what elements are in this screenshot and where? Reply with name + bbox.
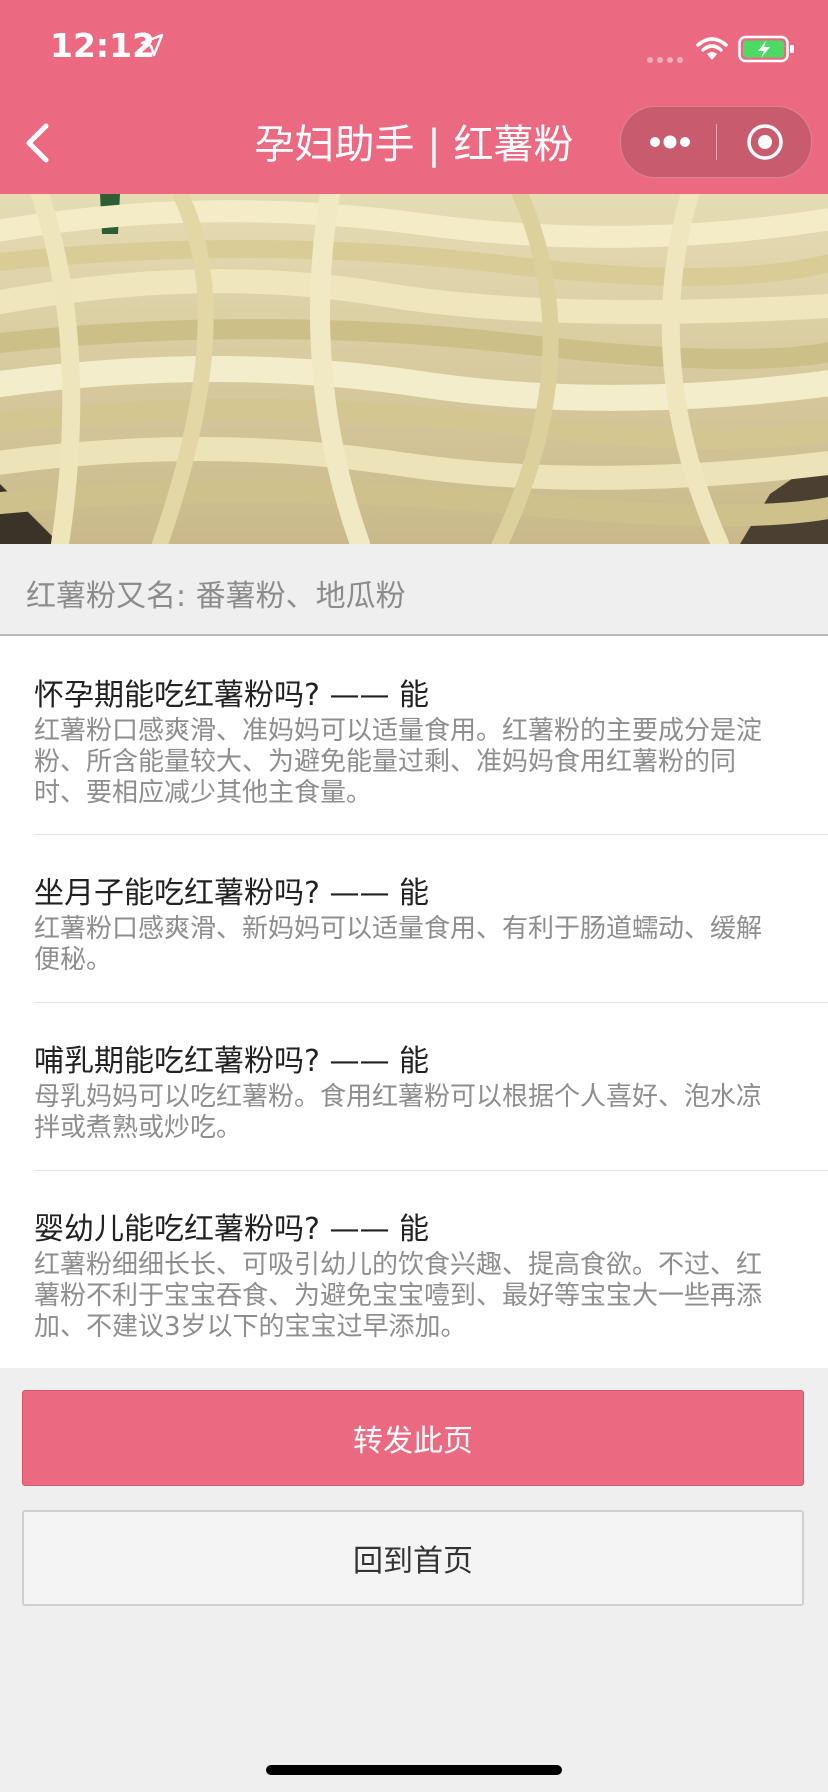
- item-question: 婴幼儿能吃红薯粉吗? —— 能: [34, 1212, 429, 1247]
- item-question: 坐月子能吃红薯粉吗? —— 能: [34, 876, 429, 911]
- capsule-divider: [716, 124, 717, 160]
- divider: [34, 1002, 828, 1003]
- answer-line: 红薯粉口感爽滑、新妈妈可以适量食用、有利于肠道蠕动、缓解: [34, 914, 763, 944]
- location-arrow-icon: [140, 33, 164, 57]
- qa-list: 怀孕期能吃红薯粉吗? —— 能 红薯粉口感爽滑、准妈妈可以适量食用。红薯粉的主要…: [0, 636, 828, 1368]
- answer-line: 红薯粉细细长长、可吸引幼儿的饮食兴趣、提高食欲。不过、红: [34, 1250, 763, 1280]
- answer-line: 拌或煮熟或炒吃。: [34, 1113, 243, 1143]
- item-question: 哺乳期能吃红薯粉吗? —— 能: [34, 1044, 429, 1079]
- divider: [34, 834, 828, 835]
- divider: [34, 1170, 828, 1171]
- mini-program-capsule: [620, 106, 812, 178]
- noodle-illustration: [0, 194, 828, 544]
- item-answer: 红薯粉口感爽滑、新妈妈可以适量食用、有利于肠道蠕动、缓解 便秘。: [34, 914, 794, 976]
- alias-text: 红薯粉又名: 番薯粉、地瓜粉: [26, 579, 406, 614]
- wifi-icon: [696, 37, 728, 60]
- share-button[interactable]: 转发此页: [22, 1390, 804, 1486]
- answer-line: 薯粉不利于宝宝吞食、为避免宝宝噎到、最好等宝宝大一些再添: [34, 1281, 763, 1311]
- target-icon[interactable]: [745, 122, 785, 162]
- more-icon[interactable]: [647, 129, 693, 155]
- answer-line: 红薯粉口感爽滑、准妈妈可以适量食用。红薯粉的主要成分是淀: [34, 716, 763, 746]
- home-button[interactable]: 回到首页: [22, 1510, 804, 1606]
- item-answer: 红薯粉细细长长、可吸引幼儿的饮食兴趣、提高食欲。不过、红 薯粉不利于宝宝吞食、为…: [34, 1250, 794, 1343]
- battery-charging-icon: [738, 35, 794, 63]
- alias-bar: 红薯粉又名: 番薯粉、地瓜粉: [0, 544, 828, 636]
- answer-line: 母乳妈妈可以吃红薯粉。食用红薯粉可以根据个人喜好、泡水凉: [34, 1082, 763, 1112]
- answer-line: 加、不建议3岁以下的宝宝过早添加。: [34, 1312, 467, 1342]
- item-question: 怀孕期能吃红薯粉吗? —— 能: [34, 678, 429, 713]
- answer-line: 便秘。: [34, 945, 113, 975]
- top-bar: 12:12 孕妇助手 | 红薯粉: [0, 0, 828, 194]
- answer-line: 时、要相应减少其他主食量。: [34, 778, 373, 808]
- signal-dots-icon: [647, 57, 683, 63]
- answer-line: 粉、所含能量较大、为避免能量过剩、准妈妈食用红薯粉的同: [34, 747, 737, 777]
- home-indicator[interactable]: [266, 1765, 562, 1775]
- item-answer: 红薯粉口感爽滑、准妈妈可以适量食用。红薯粉的主要成分是淀 粉、所含能量较大、为避…: [34, 716, 794, 809]
- hero-image: [0, 194, 828, 544]
- item-answer: 母乳妈妈可以吃红薯粉。食用红薯粉可以根据个人喜好、泡水凉 拌或煮熟或炒吃。: [34, 1082, 794, 1144]
